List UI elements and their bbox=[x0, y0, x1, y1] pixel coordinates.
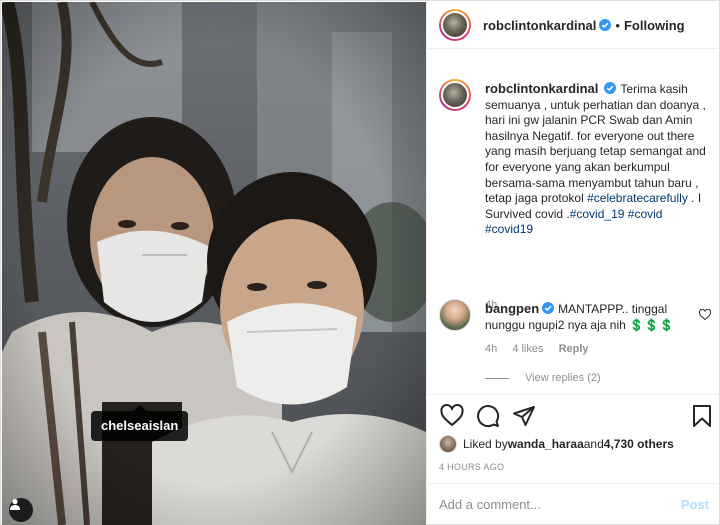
comment-text: bangpen MANTAPPP.. tinggal nunggu ngupi2 … bbox=[485, 301, 685, 333]
liker-avatar[interactable] bbox=[439, 435, 457, 453]
comment-meta: 4h 4 likes Reply bbox=[485, 343, 601, 355]
replies-divider bbox=[485, 377, 509, 379]
comment-input[interactable]: Add a comment... bbox=[439, 497, 541, 512]
likes-others[interactable]: 4,730 others bbox=[604, 437, 674, 451]
likes-prefix: Liked by bbox=[463, 437, 508, 451]
hashtag-link[interactable]: #covid19 bbox=[485, 222, 533, 236]
hashtag-link[interactable]: #covid bbox=[628, 207, 663, 221]
caption-username[interactable]: robclintonkardinal bbox=[485, 81, 598, 96]
author-avatar[interactable] bbox=[439, 9, 471, 41]
comment-likes[interactable]: 4 likes bbox=[512, 343, 543, 355]
post-sidebar: robclintonkardinal • Following robclinto… bbox=[426, 2, 720, 525]
comments-area: robclintonkardinal Terima kasih semuanya … bbox=[427, 49, 720, 394]
comment-avatar[interactable] bbox=[439, 299, 471, 331]
comment-heart-icon[interactable] bbox=[699, 309, 711, 321]
photo-illustration bbox=[2, 2, 426, 525]
following-button[interactable]: Following bbox=[624, 18, 685, 33]
author-username[interactable]: robclintonkardinal bbox=[483, 18, 596, 33]
verified-badge-icon bbox=[604, 82, 617, 94]
hashtag-link[interactable]: #celebratecarefully bbox=[587, 191, 688, 205]
separator-dot: • bbox=[615, 17, 620, 33]
like-button[interactable] bbox=[439, 403, 465, 429]
post-header: robclintonkardinal • Following bbox=[427, 2, 720, 49]
likes-summary: Liked by wanda_haraa and 4,730 others bbox=[439, 435, 674, 453]
view-replies-label: View replies (2) bbox=[525, 372, 601, 384]
user-icon bbox=[10, 499, 20, 510]
view-replies-button[interactable]: View replies (2) bbox=[485, 372, 601, 384]
verified-badge-icon bbox=[542, 302, 555, 314]
post-timestamp[interactable]: 4 HOURS AGO bbox=[439, 462, 504, 472]
comment-time[interactable]: 4h bbox=[485, 343, 497, 355]
post-comment-button[interactable]: Post bbox=[681, 497, 709, 512]
caption-text: robclintonkardinal Terima kasih semuanya … bbox=[485, 81, 707, 238]
bookmark-icon bbox=[693, 405, 711, 427]
photo-user-tag[interactable]: chelseaislan bbox=[91, 405, 189, 441]
caption-body: Terima kasih semuanya , untuk perhatian … bbox=[485, 82, 706, 206]
share-icon bbox=[513, 406, 535, 426]
comment-icon bbox=[477, 405, 500, 428]
reply-button[interactable]: Reply bbox=[559, 343, 589, 355]
tagged-users-button[interactable] bbox=[9, 498, 33, 522]
comment-username[interactable]: bangpen bbox=[485, 301, 539, 316]
heart-icon bbox=[440, 404, 464, 426]
verified-badge-icon bbox=[599, 19, 612, 31]
save-button[interactable] bbox=[689, 403, 715, 429]
caption-avatar[interactable] bbox=[439, 79, 471, 111]
hashtag-link[interactable]: #covid_19 bbox=[570, 207, 625, 221]
likes-and: and bbox=[583, 437, 604, 451]
share-button[interactable] bbox=[511, 403, 537, 429]
post-photo[interactable]: chelseaislan bbox=[2, 2, 426, 525]
add-comment-bar: Add a comment... Post bbox=[427, 483, 720, 525]
post-modal: chelseaislan robclintonkardinal • Follow… bbox=[0, 0, 720, 525]
comment-button[interactable] bbox=[475, 403, 501, 429]
liker-username[interactable]: wanda_haraa bbox=[508, 437, 584, 451]
